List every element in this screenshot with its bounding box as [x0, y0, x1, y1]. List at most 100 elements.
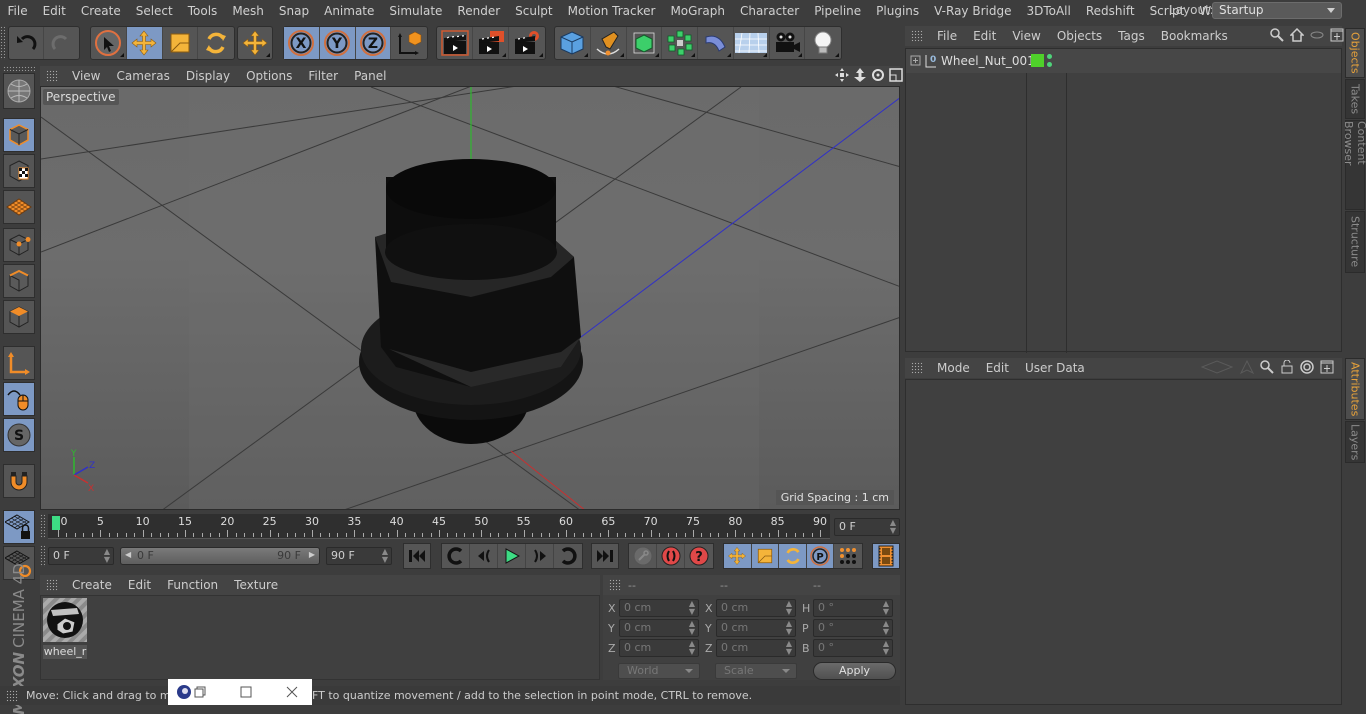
end-frame-field[interactable]: 90 F ▲ ▼ [326, 547, 392, 565]
record-active-objects-button[interactable] [629, 544, 657, 568]
viewport-menu-cameras[interactable]: Cameras [108, 69, 177, 83]
coord-panel-grip[interactable] [609, 579, 621, 591]
pan-icon[interactable] [835, 68, 849, 82]
material-menu-texture[interactable]: Texture [226, 578, 286, 592]
timeline-controls-grip[interactable] [40, 545, 45, 567]
tweak-mode-button[interactable] [3, 382, 35, 416]
menu-sculpt[interactable]: Sculpt [508, 4, 560, 18]
side-tab-structure[interactable]: Structure [1345, 211, 1365, 273]
restore-icon[interactable] [194, 686, 206, 698]
playhead[interactable] [52, 516, 60, 530]
go-to-next-key-button[interactable] [554, 544, 582, 568]
up-icon[interactable] [1240, 360, 1254, 374]
previous-frame-button[interactable] [470, 544, 498, 568]
menu-animate[interactable]: Animate [317, 4, 382, 18]
viewport-menu-view[interactable]: View [64, 69, 108, 83]
object-manager-grip[interactable] [911, 30, 923, 42]
menu-tools[interactable]: Tools [180, 4, 225, 18]
render-view-button[interactable] [437, 27, 473, 59]
coordinate-system-button[interactable] [391, 27, 427, 59]
viewport-menu-panel[interactable]: Panel [346, 69, 394, 83]
close-icon[interactable] [286, 686, 298, 698]
object-manager-menu-file[interactable]: File [929, 29, 965, 43]
polygons-mode-button[interactable] [3, 300, 35, 334]
scale-button[interactable] [163, 27, 199, 59]
workplane-mode-button[interactable] [3, 190, 35, 224]
range-left-arrow-icon[interactable]: ◀ [125, 550, 131, 559]
menu-mesh[interactable]: Mesh [225, 4, 272, 18]
cloner-button[interactable] [662, 27, 698, 59]
menu-redshift[interactable]: Redshift [1078, 4, 1142, 18]
object-manager-menu-bookmarks[interactable]: Bookmarks [1153, 29, 1236, 43]
scale-key-button[interactable] [751, 544, 780, 568]
x-axis-lock-button[interactable]: X [284, 27, 320, 59]
size-field[interactable]: 0 cm ▲ ▼ [716, 619, 796, 637]
rotation-key-button[interactable] [779, 544, 807, 568]
workplane-lock-button[interactable] [3, 510, 35, 544]
position-field[interactable]: 0 cm ▲ ▼ [619, 619, 699, 637]
viewport-menu-filter[interactable]: Filter [300, 69, 346, 83]
next-frame-button[interactable] [526, 544, 554, 568]
last-tool-button[interactable] [238, 27, 272, 59]
camera-label[interactable]: Perspective [43, 89, 119, 105]
viewport-menu-options[interactable]: Options [238, 69, 300, 83]
go-to-start-button[interactable] [403, 543, 431, 569]
toolbar-grip[interactable] [0, 26, 5, 60]
camera-button[interactable] [770, 27, 806, 59]
orbit-icon[interactable] [871, 68, 885, 82]
go-to-end-button[interactable] [591, 543, 619, 569]
menu-3dtoall[interactable]: 3DToAll [1019, 4, 1078, 18]
object-manager-menu-edit[interactable]: Edit [965, 29, 1004, 43]
subdivision-surface-button[interactable] [627, 27, 663, 59]
expand-icon[interactable] [910, 55, 922, 67]
rotation-field[interactable]: 0 ° ▲ ▼ [813, 619, 893, 637]
side-tab-layers[interactable]: Layers [1345, 421, 1365, 463]
new-panel-icon[interactable] [1330, 28, 1344, 42]
points-mode-button[interactable] [3, 228, 35, 262]
menu-select[interactable]: Select [128, 4, 180, 18]
zoom-view-icon[interactable] [853, 68, 867, 82]
material-menu-create[interactable]: Create [64, 578, 120, 592]
floor-button[interactable] [734, 27, 770, 59]
material-panel-grip[interactable] [46, 579, 58, 591]
editor-visibility-dot[interactable] [1047, 54, 1052, 59]
menu-pipeline[interactable]: Pipeline [807, 4, 869, 18]
object-name[interactable]: Wheel_Nut_001 [941, 54, 1035, 68]
menu-v-ray-bridge[interactable]: V-Ray Bridge [927, 4, 1019, 18]
attribute-manager-menu-edit[interactable]: Edit [978, 361, 1017, 375]
texture-mode-button[interactable] [3, 154, 35, 188]
menu-file[interactable]: File [0, 4, 35, 18]
layer-color-swatch[interactable] [1031, 54, 1044, 67]
redo-button[interactable] [44, 27, 79, 59]
timeline-button[interactable] [872, 543, 900, 569]
timeline-ruler[interactable]: 0 5 10 15 20 25 30 35 40 45 50 55 60 65 70 75 80 85 90 [48, 514, 830, 539]
position-key-button[interactable] [724, 544, 752, 568]
visibility-icon[interactable] [1310, 28, 1324, 42]
pen-button[interactable] [591, 27, 627, 59]
menu-simulate[interactable]: Simulate [382, 4, 450, 18]
layout-dropdown[interactable]: Startup [1212, 2, 1342, 19]
solo-button[interactable]: S [3, 418, 35, 452]
axis-mode-button[interactable] [3, 346, 35, 380]
home-icon[interactable] [1290, 28, 1304, 42]
size-mode-dropdown[interactable]: Scale [715, 663, 797, 679]
model-mode-button[interactable] [3, 118, 35, 152]
rotation-field[interactable]: 0 ° ▲ ▼ [813, 599, 893, 617]
menu-plugins[interactable]: Plugins [869, 4, 927, 18]
move-button[interactable] [126, 27, 163, 59]
left-toolbar-grip[interactable] [3, 66, 35, 71]
object-manager-menu-view[interactable]: View [1004, 29, 1048, 43]
edges-mode-button[interactable] [3, 264, 35, 298]
rotate-button[interactable] [198, 27, 234, 59]
wheel-nut-model[interactable] [359, 159, 583, 444]
attribute-manager-menu-mode[interactable]: Mode [929, 361, 978, 375]
apply-button[interactable]: Apply [813, 662, 896, 680]
object-row[interactable]: 0 Wheel_Nut_001 [906, 49, 1341, 73]
viewport-grip[interactable] [46, 70, 58, 82]
search-icon[interactable] [1270, 28, 1284, 42]
maximize-view-icon[interactable] [889, 68, 903, 82]
make-editable-button[interactable] [3, 73, 35, 109]
play-button[interactable] [498, 544, 526, 568]
menu-mograph[interactable]: MoGraph [663, 4, 733, 18]
viewport-menu-display[interactable]: Display [178, 69, 238, 83]
